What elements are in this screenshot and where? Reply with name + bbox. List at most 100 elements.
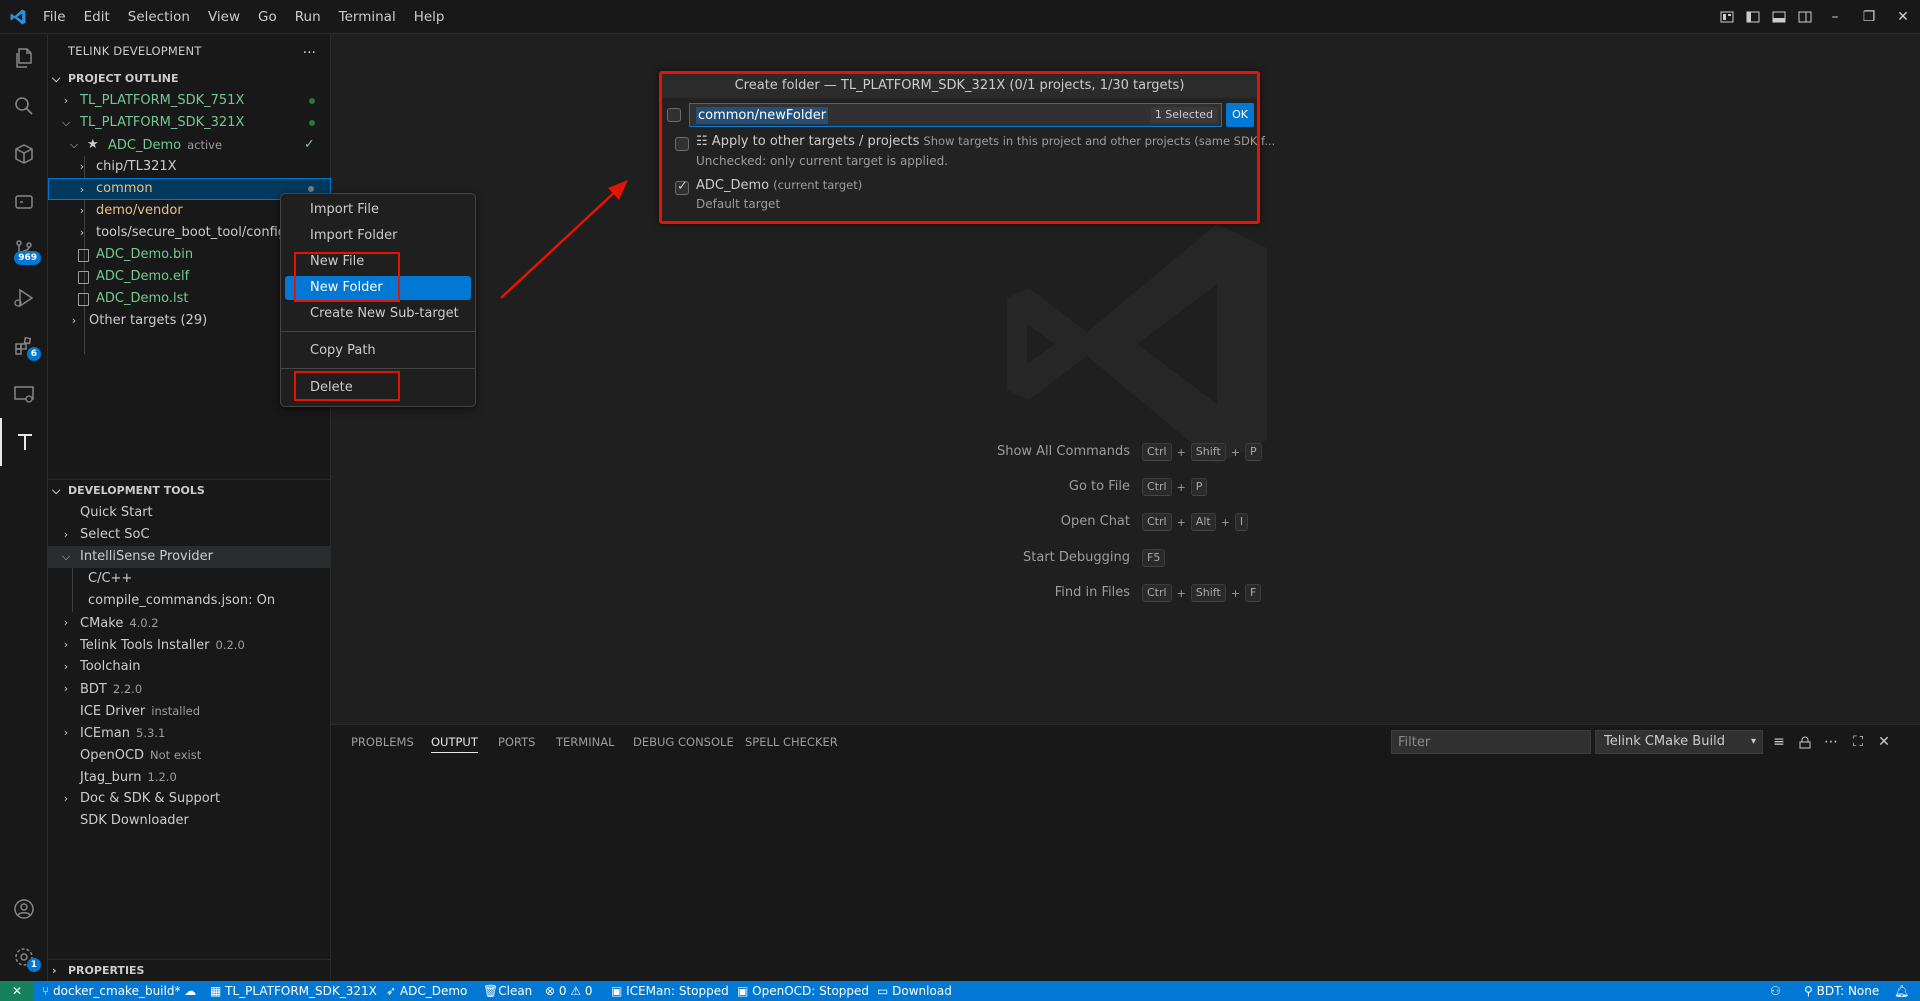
shortcut-show-all-commands[interactable]: Show All Commands bbox=[831, 442, 1130, 462]
tool-quick-start[interactable]: Quick Start bbox=[48, 502, 331, 524]
tool-select-soc[interactable]: › Select SoC bbox=[48, 524, 331, 546]
apply-other-targets-checkbox[interactable] bbox=[675, 137, 689, 151]
menu-import-file[interactable]: Import File bbox=[285, 198, 471, 222]
tool-telink-tools-installer[interactable]: › Telink Tools Installer 0.2.0 bbox=[48, 634, 331, 656]
menu-import-folder[interactable]: Import Folder bbox=[285, 224, 471, 248]
problems-status[interactable]: ⊗ 0 ⚠ 0 bbox=[545, 981, 593, 1001]
tool-jtag-burn[interactable]: Jtag_burn 1.2.0 bbox=[48, 766, 331, 788]
tool-ice-driver[interactable]: ICE Driver installed bbox=[48, 700, 331, 722]
word-wrap-icon[interactable]: ≡ bbox=[1767, 730, 1791, 754]
close-panel-icon[interactable]: ✕ bbox=[1872, 730, 1896, 754]
close-window-icon[interactable]: ✕ bbox=[1886, 4, 1920, 30]
minimize-icon[interactable]: – bbox=[1818, 4, 1852, 30]
context-menu: Import File Import Folder New File New F… bbox=[280, 193, 476, 407]
tool-openocd[interactable]: OpenOCD Not exist bbox=[48, 744, 331, 766]
manage-gear-icon[interactable]: 1 bbox=[0, 933, 48, 981]
tool-bdt[interactable]: › BDT 2.2.0 bbox=[48, 678, 331, 700]
tool-intellisense-provider[interactable]: ⌵ IntelliSense Provider bbox=[48, 546, 331, 568]
menu-run[interactable]: Run bbox=[286, 0, 330, 34]
shortcut-go-to-file[interactable]: Go to File bbox=[831, 477, 1130, 497]
remote-indicator[interactable]: ✕ bbox=[0, 981, 34, 1001]
section-development-tools[interactable]: ⌵ DEVELOPMENT TOOLS bbox=[48, 480, 331, 502]
menu-edit[interactable]: Edit bbox=[75, 0, 119, 34]
iceman-status[interactable]: ▣ ICEMan: Stopped bbox=[611, 981, 729, 1001]
source-control-icon[interactable]: 969 bbox=[0, 226, 48, 274]
menu-selection[interactable]: Selection bbox=[119, 0, 199, 34]
branch-status[interactable]: ⑂ docker_cmake_build* ☁ bbox=[42, 981, 196, 1001]
accounts-icon[interactable] bbox=[0, 885, 48, 933]
maximize-panel-icon[interactable]: ⛶ bbox=[1846, 730, 1870, 754]
menu-create-sub-target[interactable]: Create New Sub-target bbox=[285, 302, 471, 326]
lock-icon[interactable] bbox=[1793, 730, 1817, 754]
item-label: ADC_Demo bbox=[696, 178, 770, 193]
tab-ports[interactable]: PORTS bbox=[498, 725, 535, 759]
target-status[interactable]: ➶ ADC_Demo bbox=[386, 981, 467, 1001]
tree-item-sdk-321x[interactable]: ⌵ TL_PLATFORM_SDK_321X bbox=[48, 112, 331, 134]
folder-name-input[interactable]: common/newFolder 1 Selected bbox=[689, 103, 1222, 127]
output-channel-select[interactable]: Telink CMake Build ▾ bbox=[1595, 730, 1763, 754]
tool-toolchain[interactable]: › Toolchain bbox=[48, 656, 331, 678]
tab-spell-checker[interactable]: SPELL CHECKER bbox=[745, 725, 838, 759]
search-icon[interactable] bbox=[0, 82, 48, 130]
chevron-down-icon: ▾ bbox=[1750, 736, 1756, 747]
tool-cmake[interactable]: › CMake 4.0.2 bbox=[48, 612, 331, 634]
tool-label: Select SoC bbox=[80, 527, 150, 542]
section-project-outline[interactable]: ⌵ PROJECT OUTLINE bbox=[48, 68, 331, 90]
run-debug-icon[interactable] bbox=[0, 274, 48, 322]
menu-file[interactable]: File bbox=[34, 0, 75, 34]
openocd-status[interactable]: ▣ OpenOCD: Stopped bbox=[737, 981, 869, 1001]
toggle-panel-icon[interactable] bbox=[1766, 4, 1792, 30]
adc-demo-checkbox[interactable] bbox=[675, 179, 689, 195]
package-icon[interactable] bbox=[0, 130, 48, 178]
explorer-icon[interactable] bbox=[0, 34, 48, 82]
extensions-icon[interactable]: 6 bbox=[0, 322, 48, 370]
restore-icon[interactable]: ❐ bbox=[1852, 4, 1886, 30]
ok-button[interactable]: OK bbox=[1226, 103, 1254, 127]
shortcut-start-debugging[interactable]: Start Debugging bbox=[831, 548, 1130, 568]
sync-icon: ☁ bbox=[180, 984, 197, 998]
copilot-icon[interactable]: ⚇ bbox=[1770, 981, 1781, 1001]
tab-problems[interactable]: PROBLEMS bbox=[351, 725, 414, 759]
tool-sdk-downloader[interactable]: SDK Downloader bbox=[48, 810, 331, 832]
menu-help[interactable]: Help bbox=[405, 0, 454, 34]
adc-demo-item[interactable]: ADC_Demo (current target) bbox=[696, 178, 862, 193]
menu-view[interactable]: View bbox=[199, 0, 249, 34]
apply-other-targets-item[interactable]: ☷ Apply to other targets / projects Show … bbox=[696, 134, 1275, 149]
chevron-down-icon: ⌵ bbox=[61, 550, 71, 563]
customize-layout-icon[interactable] bbox=[1714, 4, 1740, 30]
tab-output[interactable]: OUTPUT bbox=[431, 725, 478, 759]
select-all-checkbox[interactable] bbox=[667, 108, 681, 122]
tool-label: IntelliSense Provider bbox=[80, 549, 213, 564]
menu-separator bbox=[281, 331, 475, 332]
tree-item-chip-tl321x[interactable]: › chip/TL321X bbox=[48, 156, 331, 178]
telink-icon[interactable] bbox=[0, 418, 48, 466]
menu-copy-path[interactable]: Copy Path bbox=[285, 339, 471, 363]
tool-iceman[interactable]: › ICEman 5.3.1 bbox=[48, 722, 331, 744]
tool-doc-sdk-support[interactable]: › Doc & SDK & Support bbox=[48, 788, 331, 810]
notifications-icon[interactable]: 🔔︎ bbox=[1894, 981, 1909, 1001]
download-button[interactable]: ▭ Download bbox=[877, 981, 952, 1001]
menu-terminal[interactable]: Terminal bbox=[330, 0, 405, 34]
menu-go[interactable]: Go bbox=[249, 0, 286, 34]
tab-terminal[interactable]: TERMINAL bbox=[556, 725, 614, 759]
project-status[interactable]: ▦ TL_PLATFORM_SDK_321X bbox=[210, 981, 377, 1001]
toggle-primary-sidebar-icon[interactable] bbox=[1740, 4, 1766, 30]
bdt-status[interactable]: ⚲ BDT: None bbox=[1804, 981, 1879, 1001]
output-filter-input[interactable] bbox=[1391, 730, 1591, 754]
device-icon[interactable] bbox=[0, 178, 48, 226]
section-properties[interactable]: › PROPERTIES bbox=[48, 960, 331, 981]
more-actions-icon[interactable]: ... bbox=[303, 34, 316, 64]
more-actions-icon[interactable]: ⋯ bbox=[1819, 730, 1843, 754]
tree-item-sdk-751x[interactable]: › TL_PLATFORM_SDK_751X bbox=[48, 90, 331, 112]
tool-c-cpp[interactable]: C/C++ bbox=[48, 568, 331, 590]
tree-item-adc-demo[interactable]: ⌵ ★ ADC_Demo active ✓ bbox=[48, 134, 331, 156]
shortcut-open-chat[interactable]: Open Chat bbox=[831, 512, 1130, 532]
tool-label: ICEman bbox=[80, 726, 130, 741]
tab-debug-console[interactable]: DEBUG CONSOLE bbox=[633, 725, 734, 759]
toggle-secondary-sidebar-icon[interactable] bbox=[1792, 4, 1818, 30]
clean-button[interactable]: 🗑︎Clean bbox=[483, 981, 532, 1001]
key: I bbox=[1234, 513, 1249, 531]
tool-compile-commands[interactable]: compile_commands.json: On bbox=[48, 590, 331, 612]
remote-explorer-icon[interactable] bbox=[0, 370, 48, 418]
shortcut-find-in-files[interactable]: Find in Files bbox=[831, 583, 1130, 603]
